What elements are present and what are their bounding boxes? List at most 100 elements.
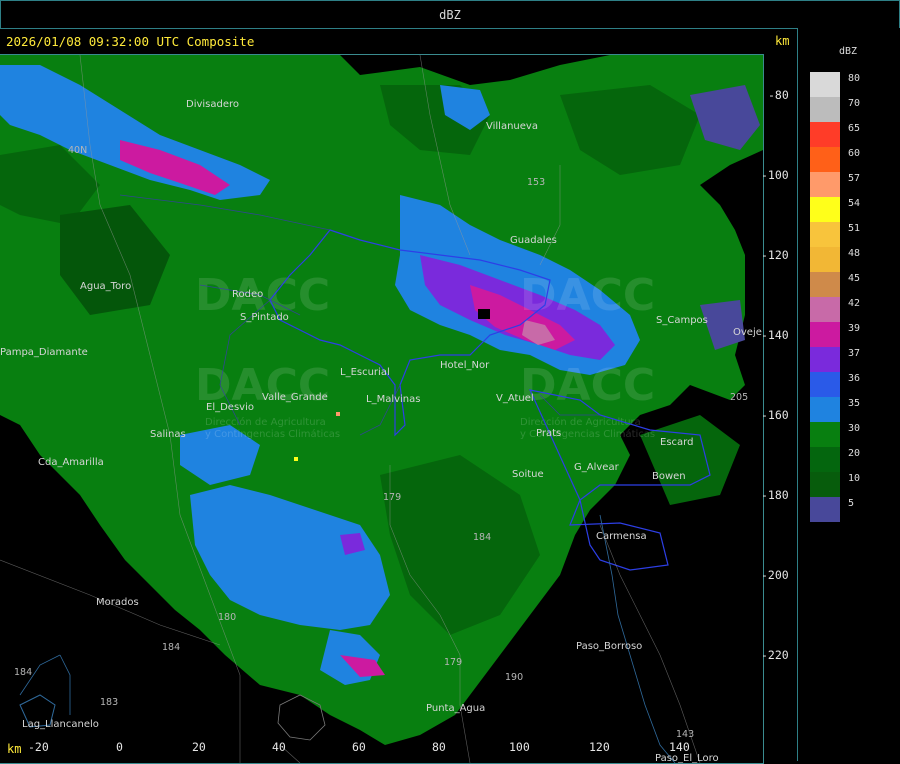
route-number-143: 143 bbox=[676, 729, 694, 740]
radar-plot[interactable]: DACC DACC DACC DACC Dirección de Agricul… bbox=[0, 54, 764, 764]
y-tick: -200 bbox=[761, 568, 789, 582]
place-escard: Escard bbox=[660, 437, 693, 448]
legend-label: 36 bbox=[848, 373, 861, 384]
place-morados: Morados bbox=[96, 597, 139, 608]
cell-marker-orange bbox=[336, 412, 340, 416]
place-malvinas: L_Malvinas bbox=[366, 394, 420, 405]
y-tick: -120 bbox=[761, 248, 789, 262]
place-el-desvio: El_Desvio bbox=[206, 402, 254, 413]
legend-unit: dBZ bbox=[839, 46, 858, 57]
legend-label: 54 bbox=[848, 198, 861, 209]
legend-swatch bbox=[810, 297, 840, 322]
legend-swatch bbox=[810, 447, 840, 472]
y-tick: -220 bbox=[761, 648, 789, 662]
route-number-205: 205 bbox=[730, 392, 748, 403]
route-number-179b: 179 bbox=[444, 657, 462, 668]
legend-swatch bbox=[810, 347, 840, 372]
legend-label: 30 bbox=[848, 423, 861, 434]
legend-swatch bbox=[810, 122, 840, 147]
place-divisadero: Divisadero bbox=[186, 99, 239, 110]
legend-label: 80 bbox=[848, 73, 861, 84]
place-oveje: Oveje bbox=[733, 327, 762, 338]
place-guadales: Guadales bbox=[510, 235, 557, 246]
x-tick: -20 bbox=[28, 740, 49, 754]
radar-map-area: 2026/01/08 09:32:00 UTC Composite km DAC… bbox=[0, 28, 798, 764]
place-lag-llancanelo: Lag_Llancanelo bbox=[22, 719, 99, 730]
legend-swatch bbox=[810, 397, 840, 422]
place-paso-borroso: Paso_Borroso bbox=[576, 641, 642, 652]
place-valle-grande: Valle_Grande bbox=[262, 392, 328, 403]
legend-label: 39 bbox=[848, 323, 861, 334]
x-tick: 0 bbox=[116, 740, 123, 754]
y-tick: -160 bbox=[761, 408, 789, 422]
y-tick: -180 bbox=[761, 488, 789, 502]
window-title-bar: dBZ bbox=[0, 0, 900, 29]
legend-label: 20 bbox=[848, 448, 861, 459]
route-number-183: 183 bbox=[100, 697, 118, 708]
legend-label: 57 bbox=[848, 173, 861, 184]
watermark-4: DACC bbox=[520, 360, 655, 411]
x-tick: 140 bbox=[669, 740, 690, 754]
place-bowen: Bowen bbox=[652, 471, 686, 482]
y-tick: -80 bbox=[768, 88, 789, 102]
route-number-184b: 184 bbox=[162, 642, 180, 653]
legend-swatch bbox=[810, 172, 840, 197]
x-tick: 60 bbox=[352, 740, 366, 754]
x-tick: 100 bbox=[509, 740, 530, 754]
place-carmensa: Carmensa bbox=[596, 531, 647, 542]
window-title: dBZ bbox=[439, 7, 461, 22]
dbz-legend: dBZ 80 70 65 60 57 54 51 48 45 42 39 37 36 35 30 20 10 5 bbox=[798, 28, 900, 761]
place-escurial: L_Escurial bbox=[340, 367, 390, 378]
legend-label: 65 bbox=[848, 123, 861, 134]
y-axis-unit: km bbox=[775, 34, 790, 48]
route-number-40n: 40N bbox=[68, 145, 87, 156]
radar-site-marker bbox=[478, 309, 490, 319]
route-number-184: 184 bbox=[473, 532, 491, 543]
route-number-184c: 184 bbox=[14, 667, 32, 678]
route-number-179: 179 bbox=[383, 492, 401, 503]
legend-swatch bbox=[810, 322, 840, 347]
watermark-sub-2: y Contingencias Climáticas bbox=[205, 428, 340, 440]
legend-label: 48 bbox=[848, 248, 861, 259]
legend-label: 70 bbox=[848, 98, 861, 109]
x-tick: 120 bbox=[589, 740, 610, 754]
place-paso-el-loro: Paso_El_Loro bbox=[655, 753, 719, 763]
timestamp-label: 2026/01/08 09:32:00 UTC Composite bbox=[6, 34, 255, 49]
legend-swatch bbox=[810, 272, 840, 297]
y-tick: -100 bbox=[761, 168, 789, 182]
place-s-pintado: S_Pintado bbox=[240, 312, 289, 323]
legend-label: 37 bbox=[848, 348, 861, 359]
radar-map-svg: DACC DACC DACC DACC Dirección de Agricul… bbox=[0, 55, 763, 763]
x-tick: 80 bbox=[432, 740, 446, 754]
legend-label: 35 bbox=[848, 398, 861, 409]
legend-label: 51 bbox=[848, 223, 861, 234]
legend-swatch bbox=[810, 247, 840, 272]
legend-swatch bbox=[810, 222, 840, 247]
y-tick: -140 bbox=[761, 328, 789, 342]
route-number-180: 180 bbox=[218, 612, 236, 623]
x-tick: 20 bbox=[192, 740, 206, 754]
legend-label: 42 bbox=[848, 298, 861, 309]
place-villanueva: Villanueva bbox=[486, 121, 538, 132]
place-g-alvear: G_Alvear bbox=[574, 462, 620, 473]
watermark-sub-1: Dirección de Agricultura bbox=[205, 416, 326, 428]
place-cda-amarilla: Cda_Amarilla bbox=[38, 457, 104, 468]
legend-swatch bbox=[810, 97, 840, 122]
x-axis-unit: km bbox=[7, 742, 22, 756]
x-tick: 40 bbox=[272, 740, 286, 754]
legend-swatch bbox=[810, 472, 840, 497]
legend-swatch bbox=[810, 422, 840, 447]
legend-swatch bbox=[810, 147, 840, 172]
watermark-2: DACC bbox=[520, 270, 655, 321]
legend-swatch bbox=[810, 497, 840, 522]
place-punta-agua: Punta_Agua bbox=[426, 703, 485, 714]
route-number-190: 190 bbox=[505, 672, 523, 683]
place-prats: Prats bbox=[536, 428, 561, 439]
legend-label: 45 bbox=[848, 273, 861, 284]
place-hotel-nor: Hotel_Nor bbox=[440, 360, 490, 371]
legend-label: 10 bbox=[848, 473, 861, 484]
legend-label: 5 bbox=[848, 498, 855, 509]
place-s-campos: S_Campos bbox=[656, 315, 708, 326]
place-pampa-diamante: Pampa_Diamante bbox=[0, 347, 88, 358]
route-number-153: 153 bbox=[527, 177, 545, 188]
